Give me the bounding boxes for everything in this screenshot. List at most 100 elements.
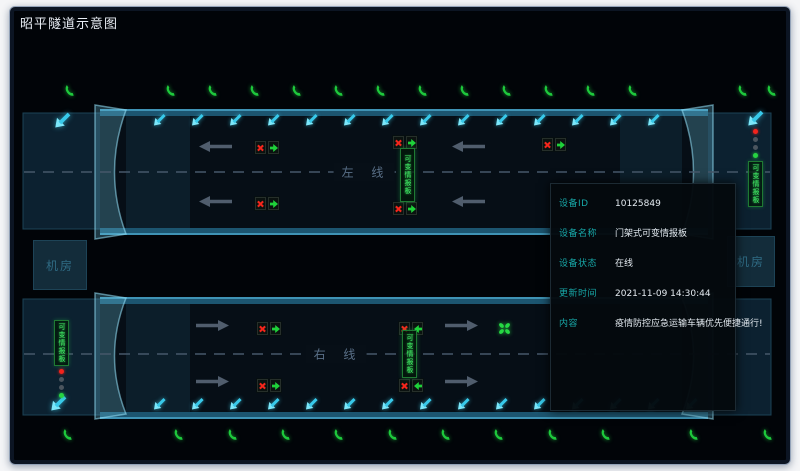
vms-sign-text: 可变情报板 — [58, 323, 65, 363]
tooltip-label: 内容 — [559, 316, 615, 329]
cctv-camera-icon[interactable] — [495, 112, 509, 126]
cctv-camera-icon[interactable] — [267, 112, 281, 126]
cctv-camera-icon[interactable] — [343, 112, 357, 126]
emergency-phone-icon[interactable] — [543, 84, 554, 97]
cctv-camera-icon[interactable] — [747, 108, 765, 126]
emergency-phone-icon[interactable] — [627, 84, 638, 97]
emergency-phone-icon[interactable] — [333, 84, 344, 97]
vms-sign-text: 可变情报板 — [752, 164, 759, 204]
lane-direction-arrow — [196, 376, 230, 387]
cctv-camera-icon[interactable] — [571, 112, 585, 126]
emergency-phone-icon[interactable] — [440, 428, 451, 441]
machine-room-left[interactable]: 机房 — [33, 240, 87, 290]
lane-closed-x-icon — [542, 138, 553, 151]
emergency-phone-icon[interactable] — [493, 428, 504, 441]
cctv-camera-icon[interactable] — [457, 112, 471, 126]
emergency-phone-icon[interactable] — [249, 84, 260, 97]
emergency-phone-icon[interactable] — [547, 428, 558, 441]
tooltip-value: 10125849 — [615, 199, 661, 209]
cctv-camera-icon[interactable] — [343, 396, 357, 410]
cctv-camera-icon[interactable] — [647, 112, 661, 126]
emergency-phone-icon[interactable] — [766, 84, 777, 97]
cctv-camera-icon[interactable] — [609, 112, 623, 126]
lane-direction-arrow — [445, 376, 479, 387]
tooltip-label: 设备状态 — [559, 256, 615, 269]
tooltip-value: 门架式可变情报板 — [615, 226, 687, 239]
cctv-camera-icon[interactable] — [191, 396, 205, 410]
machine-room-right-label: 机房 — [737, 253, 765, 270]
tunnel-monitor-screen: 昭平隧道示意图 — [0, 0, 800, 471]
emergency-phone-icon[interactable] — [600, 428, 611, 441]
roadside-vms-left[interactable]: 可变情报板 — [54, 320, 69, 401]
emergency-phone-icon[interactable] — [501, 84, 512, 97]
signal-status-dot — [753, 137, 758, 142]
vms-sign-left-line[interactable]: 可变情报板 — [400, 148, 415, 202]
lane-control-signal[interactable] — [398, 378, 424, 393]
label-right-line: 右 线 — [306, 345, 367, 364]
emergency-phone-icon[interactable] — [417, 84, 428, 97]
emergency-phone-icon[interactable] — [387, 428, 398, 441]
emergency-phone-icon[interactable] — [762, 428, 773, 441]
lane-open-arrow-icon — [412, 379, 423, 392]
emergency-phone-icon[interactable] — [207, 84, 218, 97]
lane-control-signal[interactable] — [541, 137, 567, 152]
roadside-vms-right[interactable]: 可变情报板 — [748, 126, 763, 207]
vms-sign-right-line[interactable]: 可变情报板 — [402, 330, 417, 378]
lane-control-signal[interactable] — [392, 201, 418, 216]
lane-direction-arrow — [445, 320, 479, 331]
emergency-phone-icon[interactable] — [688, 428, 699, 441]
lane-closed-x-icon — [257, 322, 268, 335]
emergency-phone-icon[interactable] — [165, 84, 176, 97]
emergency-phone-icon[interactable] — [64, 84, 75, 97]
emergency-phone-icon[interactable] — [291, 84, 302, 97]
emergency-phone-icon[interactable] — [737, 84, 748, 97]
emergency-phone-icon[interactable] — [375, 84, 386, 97]
vms-sign-text: 可变情报板 — [404, 155, 411, 195]
cctv-camera-icon[interactable] — [229, 112, 243, 126]
cctv-camera-icon[interactable] — [381, 112, 395, 126]
tooltip-label: 更新时间 — [559, 286, 615, 299]
cctv-camera-icon[interactable] — [267, 396, 281, 410]
cctv-camera-icon[interactable] — [533, 112, 547, 126]
lane-direction-arrow — [451, 141, 485, 152]
cctv-camera-icon[interactable] — [305, 396, 319, 410]
emergency-phone-icon[interactable] — [173, 428, 184, 441]
vms-sign-text: 可变情报板 — [406, 334, 413, 374]
emergency-phone-icon[interactable] — [227, 428, 238, 441]
emergency-phone-icon[interactable] — [585, 84, 596, 97]
lane-open-arrow-icon — [270, 322, 281, 335]
cctv-camera-icon[interactable] — [153, 112, 167, 126]
cctv-camera-icon[interactable] — [381, 396, 395, 410]
signal-status-dot — [59, 393, 64, 398]
page-title: 昭平隧道示意图 — [20, 13, 118, 32]
tooltip-row-device-status: 设备状态 在线 — [559, 256, 727, 269]
lane-control-signal[interactable] — [256, 321, 282, 336]
lane-direction-arrow — [196, 320, 230, 331]
cctv-camera-icon[interactable] — [419, 396, 433, 410]
emergency-phone-icon[interactable] — [62, 428, 73, 441]
emergency-phone-icon[interactable] — [333, 428, 344, 441]
tooltip-row-update-time: 更新时间 2021-11-09 14:30:44 — [559, 286, 727, 299]
emergency-phone-icon[interactable] — [280, 428, 291, 441]
signal-status-dot — [753, 153, 758, 158]
cctv-camera-icon[interactable] — [533, 396, 547, 410]
signal-status-dot — [753, 145, 758, 150]
cctv-camera-icon[interactable] — [305, 112, 319, 126]
lane-control-signal[interactable] — [256, 378, 282, 393]
cctv-camera-icon[interactable] — [495, 396, 509, 410]
cctv-camera-icon[interactable] — [54, 110, 72, 128]
cctv-camera-icon[interactable] — [229, 396, 243, 410]
lane-open-arrow-icon — [270, 379, 281, 392]
tooltip-value: 2021-11-09 14:30:44 — [615, 289, 711, 299]
lane-control-signal[interactable] — [254, 140, 280, 155]
tooltip-value: 疫情防控应急运输车辆优先便捷通行! — [615, 316, 763, 329]
emergency-phone-icon[interactable] — [459, 84, 470, 97]
jet-fan-icon[interactable] — [497, 321, 512, 336]
cctv-camera-icon[interactable] — [457, 396, 471, 410]
label-left-line: 左 线 — [334, 163, 395, 182]
cctv-camera-icon[interactable] — [419, 112, 433, 126]
signal-status-dot — [59, 369, 64, 374]
lane-control-signal[interactable] — [254, 196, 280, 211]
cctv-camera-icon[interactable] — [191, 112, 205, 126]
cctv-camera-icon[interactable] — [153, 396, 167, 410]
